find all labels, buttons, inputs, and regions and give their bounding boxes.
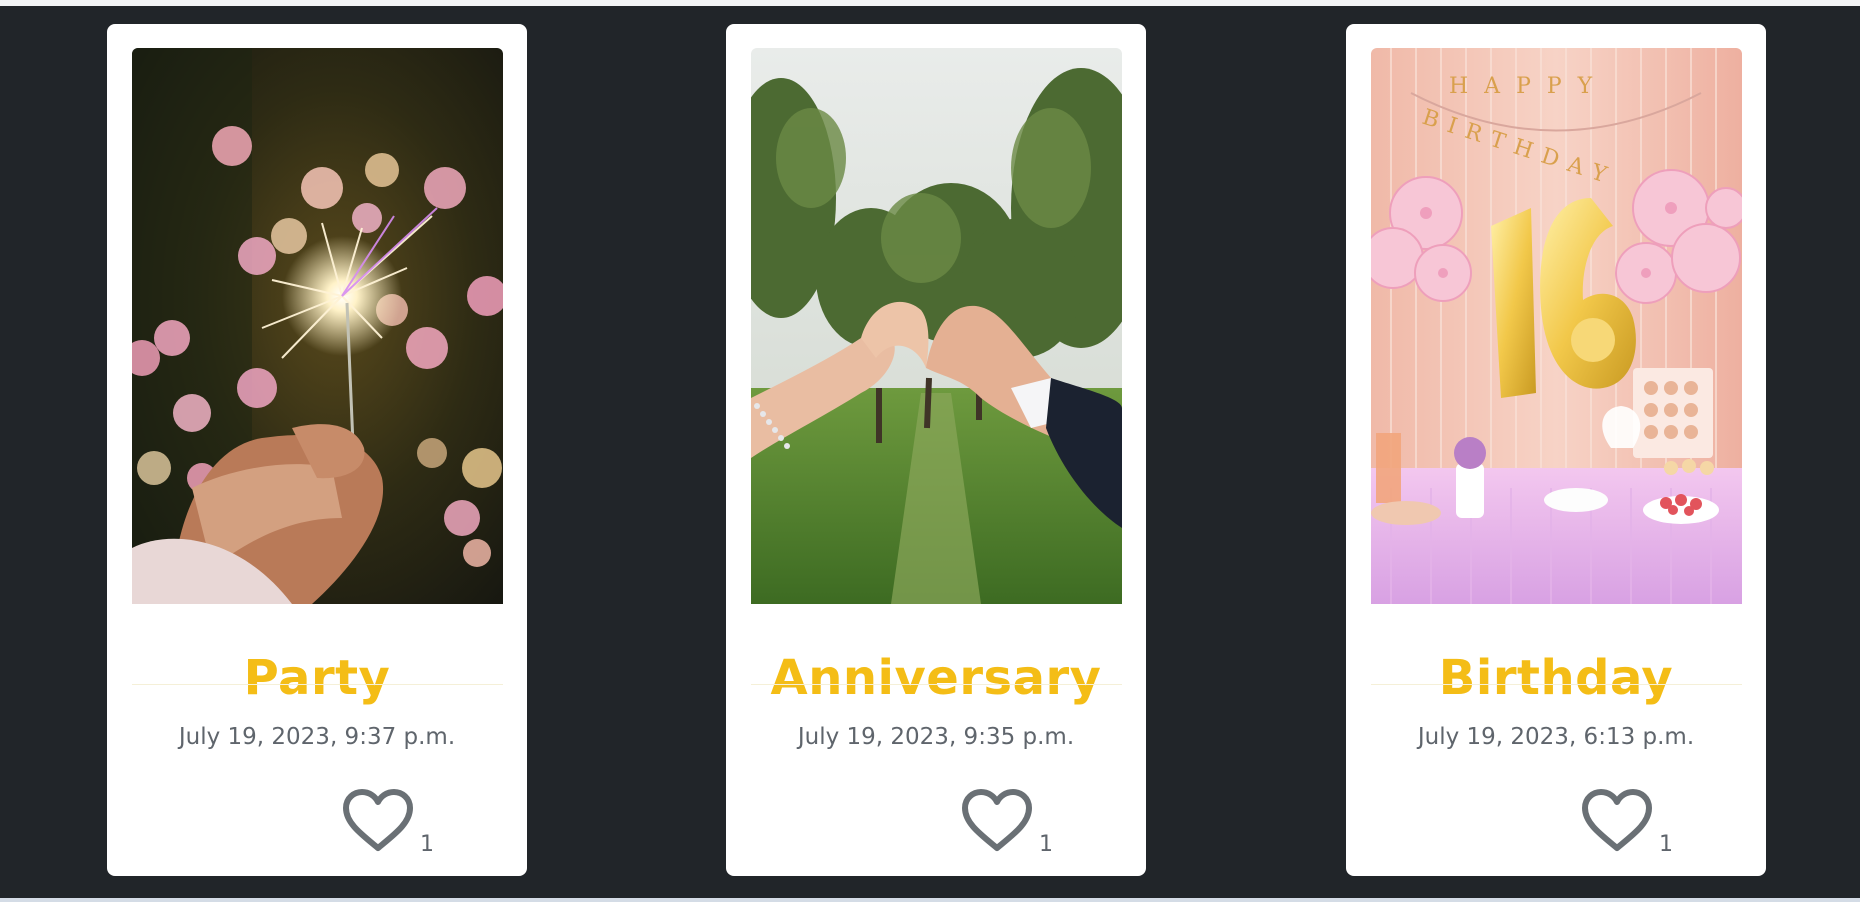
anniversary-photo[interactable] bbox=[751, 48, 1122, 604]
heart-hands-image bbox=[751, 48, 1122, 604]
event-card-grid: Party July 19, 2023, 9:37 p.m. 1 Anniver… bbox=[0, 6, 1860, 898]
like-button[interactable] bbox=[960, 788, 1034, 854]
banner-line-1: HAPPY bbox=[1449, 74, 1608, 99]
card-divider bbox=[132, 684, 503, 685]
party-photo[interactable] bbox=[132, 48, 503, 604]
like-button[interactable] bbox=[1580, 788, 1654, 854]
card-title: Party bbox=[243, 649, 391, 706]
event-card-anniversary[interactable]: Anniversary July 19, 2023, 9:35 p.m. 1 bbox=[726, 24, 1146, 876]
sparkler-image bbox=[132, 48, 503, 604]
heart-outline-icon bbox=[343, 789, 413, 851]
event-card-party[interactable]: Party July 19, 2023, 9:37 p.m. 1 bbox=[107, 24, 527, 876]
card-date: July 19, 2023, 6:13 p.m. bbox=[1417, 724, 1695, 750]
like-count: 1 bbox=[1039, 832, 1053, 857]
bottom-edge bbox=[0, 898, 1860, 902]
card-title: Anniversary bbox=[770, 649, 1102, 706]
card-date: July 19, 2023, 9:35 p.m. bbox=[797, 724, 1075, 750]
event-card-birthday[interactable]: HAPPY BIRTHDAY Birthday July 19, 2023, 6… bbox=[1346, 24, 1766, 876]
card-divider bbox=[751, 684, 1122, 685]
like-count: 1 bbox=[420, 832, 434, 857]
heart-outline-icon bbox=[962, 789, 1032, 851]
card-date: July 19, 2023, 9:37 p.m. bbox=[178, 724, 456, 750]
heart-outline-icon bbox=[1582, 789, 1652, 851]
card-divider bbox=[1371, 684, 1742, 685]
card-title: Birthday bbox=[1438, 649, 1674, 706]
birthday-photo[interactable]: HAPPY BIRTHDAY bbox=[1371, 48, 1742, 604]
like-button[interactable] bbox=[341, 788, 415, 854]
like-count: 1 bbox=[1659, 832, 1673, 857]
birthday-decor-image: HAPPY BIRTHDAY bbox=[1371, 48, 1742, 604]
